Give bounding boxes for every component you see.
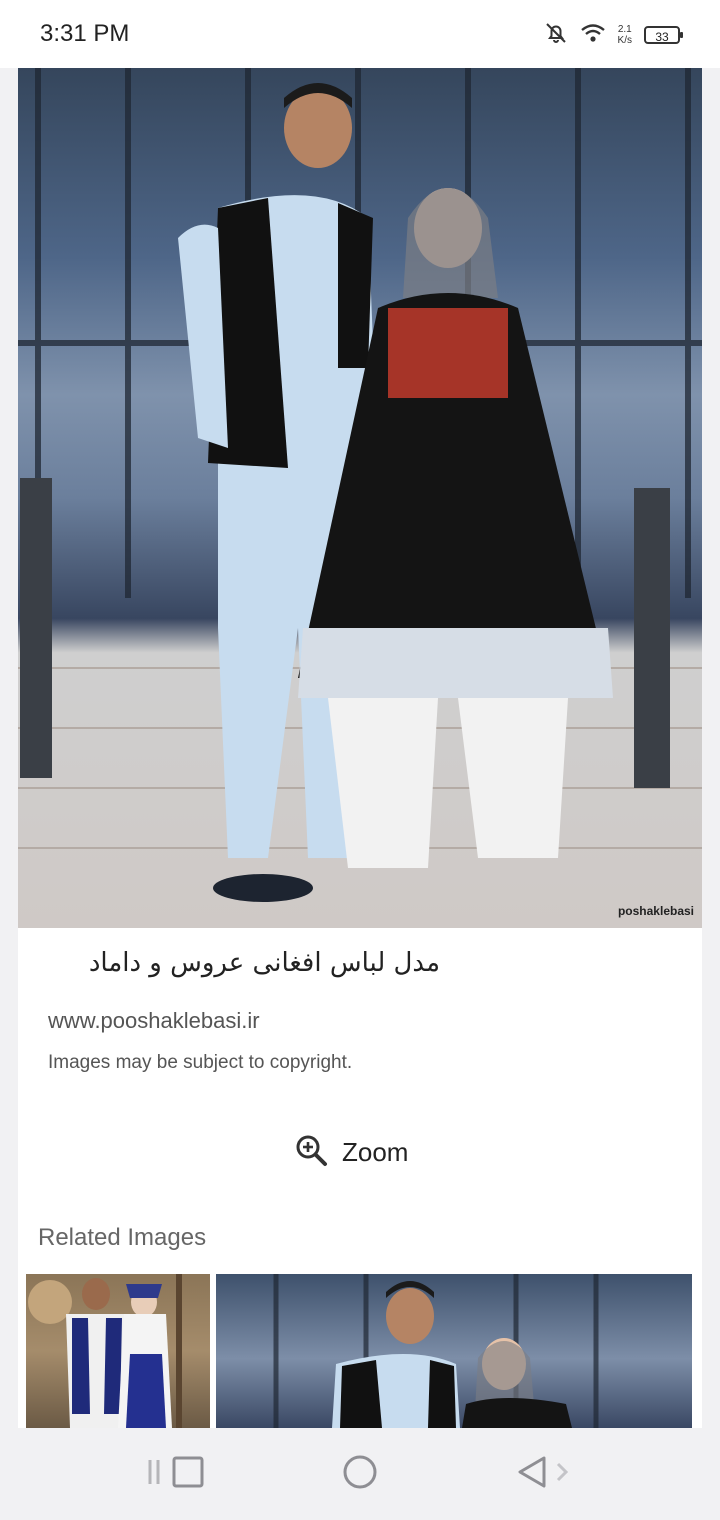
net-speed-value: 2.1 xyxy=(617,24,632,35)
related-image-2[interactable] xyxy=(216,1274,692,1428)
recents-icon xyxy=(148,1456,204,1488)
related-images-heading: Related Images xyxy=(38,1224,207,1251)
image-title: مدل لباس افغانی عروس و داماد xyxy=(88,948,440,978)
battery-icon: 33 xyxy=(644,26,683,44)
back-button[interactable] xyxy=(514,1452,574,1497)
status-bar: 3:31 PM 2.1 K/s 33 xyxy=(0,0,720,68)
related-image-1-illustration xyxy=(28,1274,182,1428)
net-speed-unit: K/s xyxy=(617,35,632,46)
navigation-bar xyxy=(0,1428,720,1520)
image-card: poshaklebasi مدل لباس افغانی عروس و داما… xyxy=(18,68,702,1428)
related-image-2-illustration xyxy=(273,1274,599,1428)
battery-level: 33 xyxy=(655,30,669,44)
zoom-label: Zoom xyxy=(342,1136,409,1167)
image-watermark: poshaklebasi xyxy=(617,904,694,918)
home-button[interactable] xyxy=(340,1452,380,1497)
status-time: 3:31 PM xyxy=(40,20,130,47)
hero-photo-illustration xyxy=(18,68,702,902)
home-icon xyxy=(343,1455,377,1489)
zoom-button[interactable]: Zoom xyxy=(294,1130,408,1174)
network-speed: 2.1 K/s xyxy=(618,24,632,46)
bell-off-icon xyxy=(544,21,568,50)
back-icon xyxy=(518,1456,569,1488)
hero-image[interactable]: poshaklebasi xyxy=(18,68,702,928)
wifi-icon xyxy=(580,22,606,49)
recents-button[interactable] xyxy=(146,1452,208,1497)
copyright-notice: Images may be subject to copyright. xyxy=(48,1052,353,1073)
source-url-link[interactable]: www.pooshaklebasi.ir xyxy=(48,1008,260,1034)
zoom-in-icon xyxy=(294,1133,328,1172)
related-image-1[interactable] xyxy=(26,1274,210,1428)
status-icons: 2.1 K/s 33 xyxy=(544,20,683,50)
